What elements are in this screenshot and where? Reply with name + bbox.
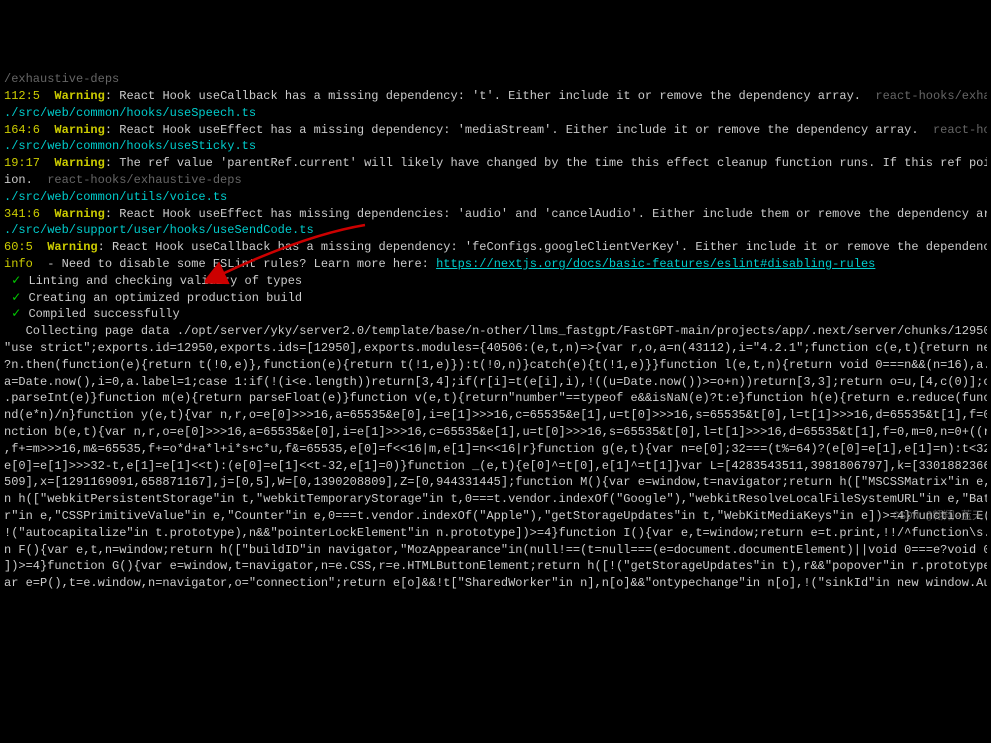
terminal-line: ./src/web/common/utils/voice.ts xyxy=(4,189,987,206)
terminal-line: ./src/web/support/user/hooks/useSendCode… xyxy=(4,222,987,239)
terminal-line: ✓ Linting and checking validity of types xyxy=(4,273,987,290)
terminal-line: ])>=4}function G(){var e=window,t=naviga… xyxy=(4,558,987,575)
terminal-line: n h(["webkitPersistentStorage"in t,"webk… xyxy=(4,491,987,508)
terminal-line: ar e=P(),t=e.window,n=navigator,o="conne… xyxy=(4,575,987,592)
terminal-line: 19:17 Warning: The ref value 'parentRef.… xyxy=(4,155,987,172)
terminal-line: 60:5 Warning: React Hook useCallback has… xyxy=(4,239,987,256)
terminal-line: 112:5 Warning: React Hook useCallback ha… xyxy=(4,88,987,105)
terminal-line: ?n.then(function(e){return t(!0,e)},func… xyxy=(4,357,987,374)
terminal-output: /exhaustive-deps112:5 Warning: React Hoo… xyxy=(4,71,987,592)
terminal-line: "use strict";exports.id=12950,exports.id… xyxy=(4,340,987,357)
watermark: CSDN @翱翔-蓝天 xyxy=(893,510,983,525)
terminal-line: 341:6 Warning: React Hook useEffect has … xyxy=(4,206,987,223)
terminal-line: ✓ Creating an optimized production build xyxy=(4,290,987,307)
terminal-line: 509],x=[1291169091,658871167],j=[0,5],W=… xyxy=(4,474,987,491)
terminal-line: 164:6 Warning: React Hook useEffect has … xyxy=(4,122,987,139)
terminal-line: n F(){var e,t,n=window;return h(["buildI… xyxy=(4,542,987,559)
terminal-line: info - Need to disable some ESLint rules… xyxy=(4,256,987,273)
terminal-line: .parseInt(e)}function m(e){return parseF… xyxy=(4,390,987,407)
terminal-line: ion. react-hooks/exhaustive-deps xyxy=(4,172,987,189)
terminal-line: nction b(e,t){var n,r,o=e[0]>>>16,a=6553… xyxy=(4,424,987,441)
terminal-line: ./src/web/common/hooks/useSticky.ts xyxy=(4,138,987,155)
terminal-line: ✓ Compiled successfully xyxy=(4,306,987,323)
terminal-line: e[0]=e[1]>>>32-t,e[1]=e[1]<<t):(e[0]=e[1… xyxy=(4,458,987,475)
terminal-line: r"in e,"CSSPrimitiveValue"in e,"Counter"… xyxy=(4,508,987,525)
terminal-line: ,f+=m>>>16,m&=65535,f+=o*d+a*l+i*s+c*u,f… xyxy=(4,441,987,458)
terminal-line: !("autocapitalize"in t.prototype),n&&"po… xyxy=(4,525,987,542)
terminal-line: /exhaustive-deps xyxy=(4,71,987,88)
terminal-line: nd(e*n)/n}function y(e,t){var n,r,o=e[0]… xyxy=(4,407,987,424)
terminal-line: ./src/web/common/hooks/useSpeech.ts xyxy=(4,105,987,122)
terminal-line: Collecting page data ./opt/server/yky/se… xyxy=(4,323,987,340)
terminal-line: a=Date.now(),i=0,a.label=1;case 1:if(!(i… xyxy=(4,374,987,391)
